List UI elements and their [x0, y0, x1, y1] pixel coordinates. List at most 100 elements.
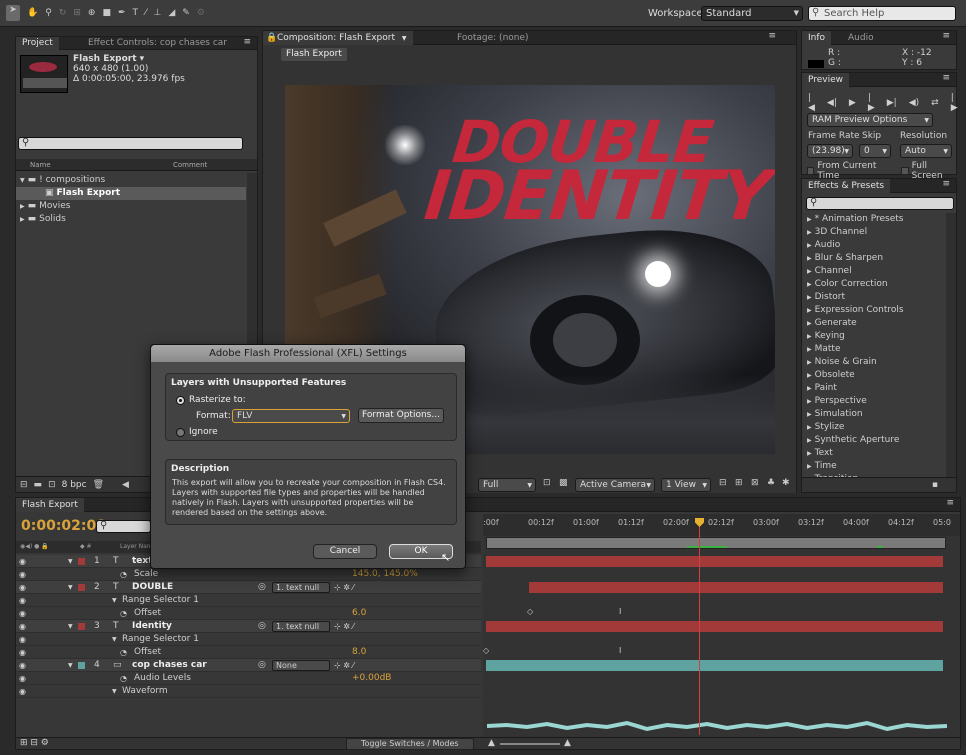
pen-tool-icon[interactable]: ✒: [118, 8, 126, 18]
effects-category-item[interactable]: ▶ * Animation Presets: [804, 213, 944, 226]
footage-layer-bar[interactable]: [486, 660, 943, 671]
dialog-titlebar[interactable]: Adobe Flash Professional (XFL) Settings: [151, 345, 465, 362]
label-color-swatch[interactable]: [78, 584, 85, 591]
orbit-tool-icon[interactable]: ⊞: [73, 8, 81, 18]
effects-category-item[interactable]: ▶ Matte: [804, 343, 944, 356]
tab-footage[interactable]: Footage: (none): [451, 31, 535, 45]
loop-icon[interactable]: ⇄: [931, 98, 939, 108]
first-frame-icon[interactable]: |◀: [808, 93, 815, 113]
workspace-dropdown[interactable]: Standard ▼: [701, 6, 803, 21]
time-graph[interactable]: :00f 00:12f 01:00f 01:12f 02:00f 02:12f 03:00f…: [483, 514, 960, 737]
twirl-collapsed-icon[interactable]: ▶: [807, 398, 812, 405]
parent-dropdown[interactable]: None: [272, 660, 330, 671]
ram-preview-options-dropdown[interactable]: RAM Preview Options: [807, 113, 933, 127]
visibility-eye-icon[interactable]: ◉: [19, 646, 26, 659]
twirl-collapsed-icon[interactable]: ▶: [807, 216, 812, 223]
effects-category-item[interactable]: ▶ Text: [804, 447, 944, 460]
tab-audio[interactable]: Audio: [842, 31, 880, 45]
effects-search-field[interactable]: ⚲: [806, 197, 954, 210]
skip-dropdown[interactable]: 0: [859, 144, 891, 158]
property-row[interactable]: ◉ ◔ Offset 8.0: [16, 646, 481, 659]
visibility-eye-icon[interactable]: ◉: [19, 555, 26, 568]
keyframe-icon[interactable]: ◇: [483, 646, 489, 655]
keyframe-icon[interactable]: I: [619, 646, 621, 655]
panel-menu-icon[interactable]: ≡: [942, 179, 950, 189]
twirl-collapsed-icon[interactable]: ▶: [807, 229, 812, 236]
effects-category-item[interactable]: ▶ Simulation: [804, 408, 944, 421]
frame-rate-dropdown[interactable]: (23.98): [807, 144, 853, 158]
twirl-collapsed-icon[interactable]: ▶: [20, 203, 25, 210]
twirl-expanded-icon[interactable]: ▼: [68, 581, 73, 594]
from-current-time-checkbox[interactable]: [807, 167, 815, 175]
panel-menu-icon[interactable]: ≡: [942, 73, 950, 83]
stopwatch-icon[interactable]: ◔: [120, 607, 127, 620]
pan-behind-tool-icon[interactable]: ⊕: [88, 8, 96, 18]
twirl-collapsed-icon[interactable]: ▶: [807, 411, 812, 418]
tab-info[interactable]: Info: [802, 31, 832, 45]
puppet-tool-icon[interactable]: ⚙: [197, 8, 205, 18]
effects-category-item[interactable]: ▶ Distort: [804, 291, 944, 304]
text-layer-bar[interactable]: [486, 621, 943, 632]
flowchart-icon[interactable]: ♣: [767, 478, 775, 488]
rasterize-radio[interactable]: [176, 395, 185, 405]
search-help-input[interactable]: Search Help: [824, 8, 884, 19]
trash-icon[interactable]: 🗑: [93, 480, 104, 490]
chevron-down-icon[interactable]: ▼: [402, 35, 407, 42]
label-color-swatch[interactable]: [78, 558, 85, 565]
property-row[interactable]: ◉ ◔ Offset 6.0: [16, 607, 481, 620]
full-screen-checkbox[interactable]: [901, 167, 909, 175]
panel-menu-icon[interactable]: ≡: [243, 37, 251, 47]
timeline-search-field[interactable]: ⚲: [96, 520, 151, 533]
twirl-collapsed-icon[interactable]: ▶: [807, 346, 812, 353]
twirl-expanded-icon[interactable]: ▼: [68, 555, 73, 568]
search-help-field[interactable]: ⚲ Search Help: [808, 6, 956, 21]
visibility-eye-icon[interactable]: ◉: [19, 633, 26, 646]
project-tree-item[interactable]: ▶ ▬ Solids: [16, 213, 246, 226]
scroll-left-icon[interactable]: ◀: [122, 480, 129, 490]
time-ruler[interactable]: :00f 00:12f 01:00f 01:12f 02:00f 02:12f 03:00f…: [483, 514, 960, 536]
property-value[interactable]: 145.0, 145.0%: [352, 568, 418, 581]
text-layer-bar[interactable]: [529, 582, 943, 593]
twirl-collapsed-icon[interactable]: ▶: [807, 372, 812, 379]
property-value[interactable]: 8.0: [352, 646, 366, 659]
selection-tool-icon[interactable]: ➤: [6, 5, 20, 21]
column-name[interactable]: Name: [30, 159, 51, 171]
layer-switches[interactable]: ⊹ ✲ ⁄: [334, 581, 354, 594]
effects-category-item[interactable]: ▶ Noise & Grain: [804, 356, 944, 369]
effects-category-item[interactable]: ▶ Perspective: [804, 395, 944, 408]
layer-switches[interactable]: ⊹ ✲ ⁄: [334, 620, 354, 633]
visibility-eye-icon[interactable]: ◉: [19, 607, 26, 620]
twirl-collapsed-icon[interactable]: ▶: [807, 437, 812, 444]
twirl-collapsed-icon[interactable]: ▶: [807, 424, 812, 431]
panel-menu-icon[interactable]: ≡: [768, 31, 776, 41]
effects-category-item[interactable]: ▶ Color Correction: [804, 278, 944, 291]
twirl-expanded-icon[interactable]: ▼: [112, 633, 117, 646]
new-folder-icon[interactable]: ▬: [34, 480, 43, 490]
twirl-expanded-icon[interactable]: ▼: [112, 594, 117, 607]
new-comp-icon[interactable]: ⊡: [48, 480, 56, 490]
layer-row[interactable]: ◉ ▼ 3 T Identity ◎ 1. text null ⊹ ✲ ⁄: [16, 620, 481, 633]
roto-brush-tool-icon[interactable]: ✎: [182, 8, 190, 18]
transparency-grid-icon[interactable]: ▩: [559, 478, 568, 488]
resolution-dropdown[interactable]: Full: [478, 478, 536, 492]
layer-name[interactable]: Identity: [132, 620, 172, 633]
layer-name[interactable]: cop chases car: [132, 659, 207, 672]
project-tree-item[interactable]: ▼ ▬! compositions: [16, 174, 246, 187]
twirl-expanded-icon[interactable]: ▼: [112, 685, 117, 698]
twirl-collapsed-icon[interactable]: ▶: [807, 294, 812, 301]
interpret-footage-icon[interactable]: ⊟: [20, 480, 28, 490]
stopwatch-icon[interactable]: ◔: [120, 646, 127, 659]
panel-menu-icon[interactable]: ≡: [946, 498, 954, 508]
parent-dropdown[interactable]: 1. text null: [272, 582, 330, 593]
property-row[interactable]: ◉ ▼ Range Selector 1: [16, 633, 481, 646]
format-dropdown[interactable]: FLV: [232, 409, 350, 423]
property-value[interactable]: 6.0: [352, 607, 366, 620]
format-options-button[interactable]: Format Options...: [358, 408, 444, 423]
layer-switches[interactable]: ⊹ ✲ ⁄: [334, 659, 354, 672]
work-area-bar[interactable]: [486, 537, 946, 549]
camera-dropdown[interactable]: Active Camera: [575, 478, 655, 492]
effects-category-item[interactable]: ▶ Blur & Sharpen: [804, 252, 944, 265]
keyframe-icon[interactable]: ◇: [527, 607, 533, 616]
visibility-eye-icon[interactable]: ◉: [19, 581, 26, 594]
bpc-label[interactable]: 8 bpc: [62, 480, 87, 490]
